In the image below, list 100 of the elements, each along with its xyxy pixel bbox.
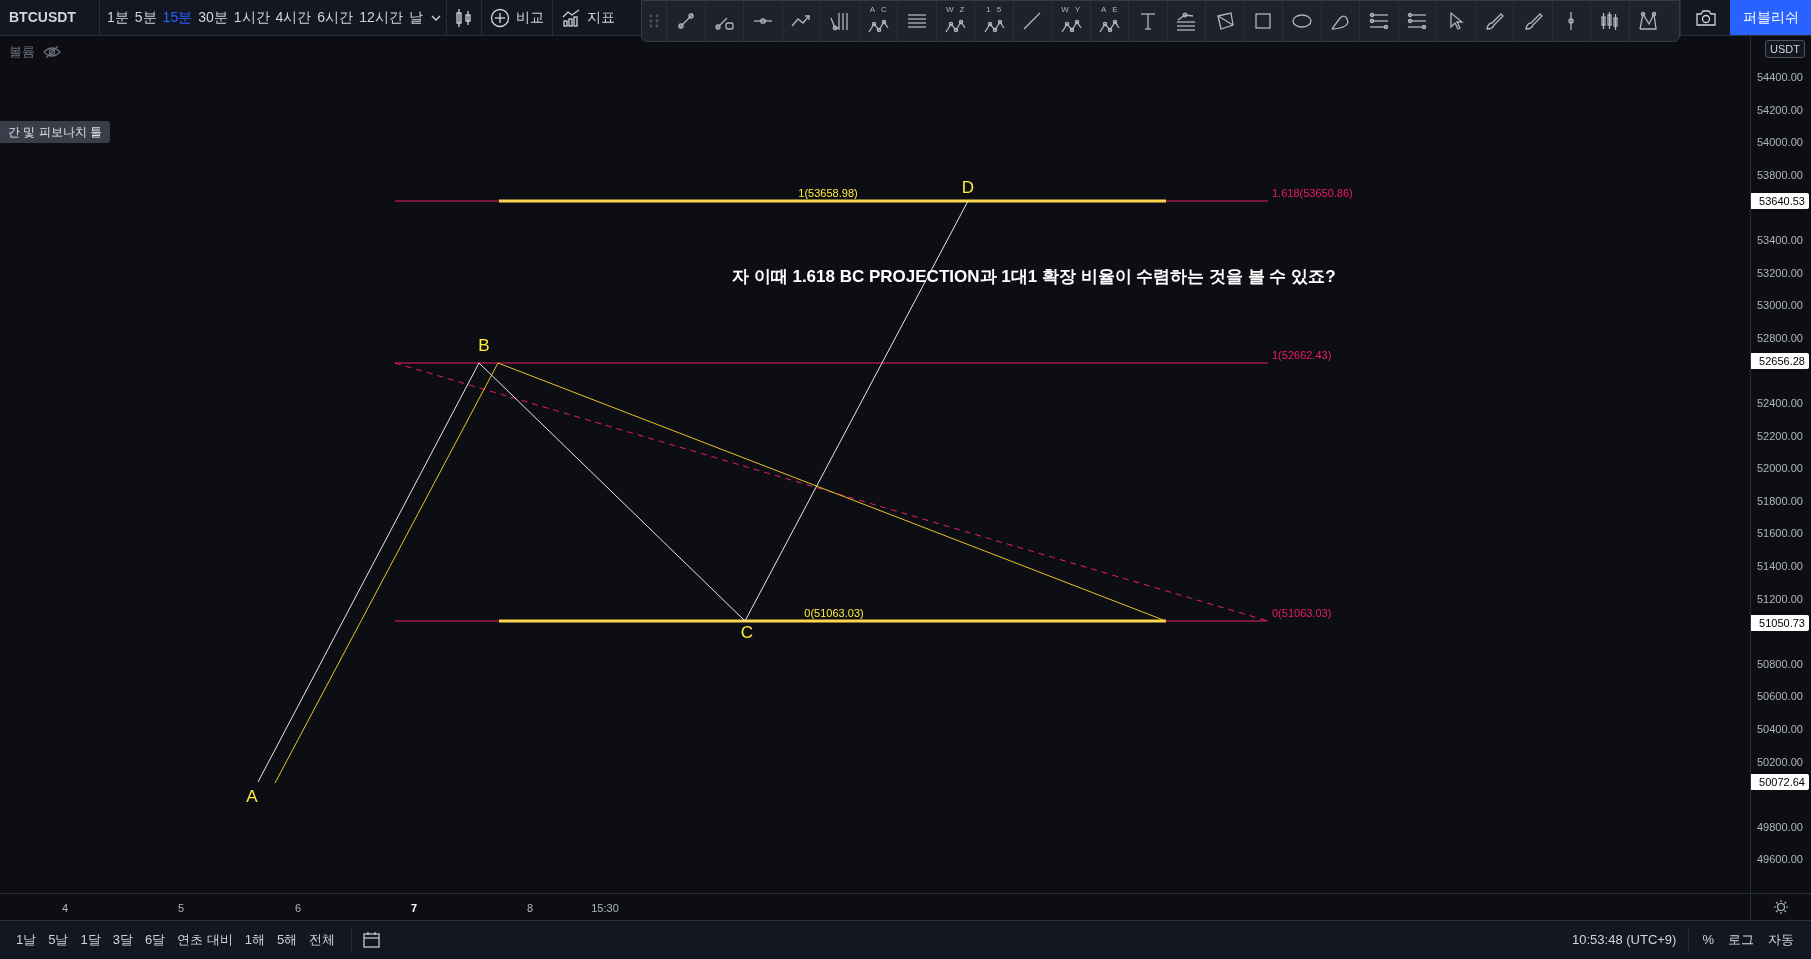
interval-button[interactable]: 4시간: [272, 3, 315, 32]
pattern-letter: Z: [959, 6, 965, 14]
symbol-label[interactable]: BTCUSDT: [0, 0, 100, 35]
pattern-letter: C: [881, 6, 887, 14]
pattern-letter: A: [869, 6, 876, 14]
drawing-tool-button[interactable]: 1 5: [974, 1, 1013, 41]
price-tick: 49600.00: [1757, 852, 1803, 867]
chart-bars-icon: [560, 7, 581, 28]
point-label: B: [478, 336, 490, 356]
price-marker: 50072.64: [1751, 774, 1809, 791]
interval-button[interactable]: 30분: [195, 3, 231, 32]
plus-circle-icon: [489, 7, 510, 28]
drawing-tool-button[interactable]: A C: [858, 1, 897, 41]
fibonacci-levels-icon: [1175, 10, 1198, 32]
price-tick: 54000.00: [1757, 135, 1803, 150]
range-button[interactable]: 1날: [10, 927, 43, 953]
pattern-letter: E: [1112, 6, 1118, 14]
scale-option-button[interactable]: 자동: [1761, 927, 1801, 953]
pattern-letter: Y: [1074, 6, 1081, 14]
interval-button[interactable]: 15분: [159, 3, 196, 32]
calendar-icon[interactable]: [362, 931, 383, 949]
price-tick: 53000.00: [1757, 298, 1803, 313]
price-tick: 53800.00: [1757, 167, 1803, 182]
price-marker: 51050.73: [1751, 614, 1809, 631]
price-tick: 49800.00: [1757, 819, 1803, 834]
interval-button[interactable]: 날: [405, 3, 426, 32]
interval-button[interactable]: 12시간: [356, 3, 406, 32]
time-tick: 6: [294, 901, 302, 916]
level-label: 0(51063.03): [1272, 606, 1332, 620]
level-label: 0(51063.03): [804, 606, 864, 620]
range-button[interactable]: 전체: [303, 927, 342, 953]
range-button[interactable]: 5해: [271, 927, 304, 953]
price-tick: 51800.00: [1757, 493, 1803, 508]
level-label: 1(53658.98): [798, 186, 858, 200]
indicators-button[interactable]: 지표: [552, 0, 615, 35]
price-tick: 50800.00: [1757, 656, 1803, 671]
chart-annotation: 자 이때 1.618 BC PROJECTION과 1대1 확장 비율이 수렴하는 것을 볼 수 있죠?: [732, 266, 1336, 288]
point-label: A: [246, 787, 258, 807]
pitchfork-icon: [828, 10, 851, 32]
price-tick: 50400.00: [1757, 722, 1803, 736]
harmonic-pattern-icon: [1637, 10, 1660, 32]
time-tick: 8: [526, 901, 534, 916]
scale-option-button[interactable]: 로그: [1721, 927, 1761, 953]
level-label: 1(52662.43): [1272, 348, 1332, 362]
price-marker: 52656.28: [1751, 353, 1809, 370]
range-button[interactable]: 1해: [238, 927, 272, 953]
price-tick: 50200.00: [1757, 754, 1803, 769]
pattern-letter: W: [946, 6, 954, 14]
horizontal-line-icon: [751, 18, 774, 24]
range-button[interactable]: 연초 대비: [171, 927, 239, 953]
pattern-letter: W: [1061, 6, 1069, 14]
price-tick: 51400.00: [1757, 559, 1803, 573]
time-tick: 5: [177, 901, 185, 916]
price-tick: 53200.00: [1757, 265, 1803, 280]
point-label: D: [961, 178, 975, 198]
price-tick: 52400.00: [1757, 396, 1803, 410]
interval-button[interactable]: 1분: [104, 3, 132, 32]
eye-slash-icon[interactable]: [43, 44, 61, 59]
drawing-tool-button[interactable]: W Y: [1051, 1, 1090, 41]
pattern-letter: A: [1100, 6, 1107, 14]
clock[interactable]: 10:53:48 (UTC+9): [1572, 930, 1689, 950]
price-tick: 51200.00: [1757, 591, 1803, 606]
price-tick: 53400.00: [1757, 233, 1803, 247]
time-tick: 4: [61, 901, 69, 916]
price-tick: 51600.00: [1757, 526, 1803, 541]
list-lines-icon: [1367, 10, 1390, 32]
pattern-letter: 5: [996, 6, 1002, 14]
candlesticks-icon: [1598, 10, 1621, 32]
price-tick: 54400.00: [1757, 70, 1803, 84]
price-tick: 52800.00: [1757, 330, 1803, 345]
interval-button[interactable]: 1시간: [230, 3, 273, 32]
drawing-tool-button[interactable]: W Z: [935, 1, 974, 41]
price-tick: 54200.00: [1757, 102, 1803, 117]
time-tick: 7: [410, 901, 418, 916]
level-label: 1.618(53650.86): [1272, 186, 1353, 200]
range-button[interactable]: 1달: [74, 927, 107, 953]
pattern-letter: 1: [986, 6, 991, 14]
settings-icon[interactable]: [1773, 899, 1789, 915]
interval-button[interactable]: 5분: [131, 3, 160, 32]
price-marker: 53640.53: [1751, 192, 1809, 209]
drawing-tool-button[interactable]: A E: [1089, 1, 1128, 41]
price-tick: 52000.00: [1757, 461, 1803, 476]
candlestick-icon[interactable]: [454, 6, 473, 29]
currency-badge[interactable]: USDT: [1765, 40, 1805, 58]
volume-legend-label: 볼륨: [9, 43, 35, 61]
price-tick: 52200.00: [1757, 428, 1803, 443]
range-button[interactable]: 6달: [138, 927, 172, 953]
vertical-line-icon: [1568, 10, 1575, 32]
range-button[interactable]: 3달: [106, 927, 139, 953]
tooltip: 간 및 피보나치 툴: [0, 121, 110, 143]
publish-button[interactable]: 퍼블리쉬: [1730, 0, 1811, 35]
price-tick: 50600.00: [1757, 689, 1803, 704]
camera-icon[interactable]: [1694, 7, 1717, 28]
compare-button[interactable]: 비교: [481, 0, 553, 35]
list-lines-icon: [1406, 10, 1429, 32]
time-tick: 15:30: [591, 901, 619, 916]
scale-option-button[interactable]: %: [1695, 927, 1721, 953]
range-button[interactable]: 5날: [42, 927, 75, 953]
point-label: C: [740, 623, 754, 643]
interval-button[interactable]: 6시간: [314, 3, 357, 32]
